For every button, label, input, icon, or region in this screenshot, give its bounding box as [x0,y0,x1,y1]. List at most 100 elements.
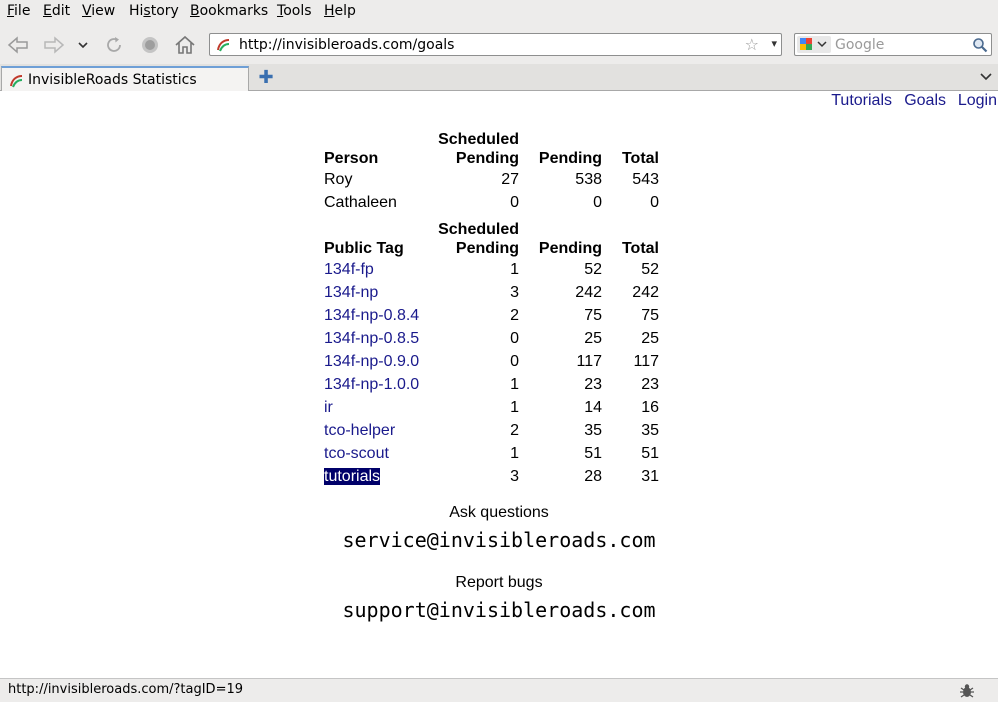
scheduled-pending-cell: 3 [510,284,519,301]
tag-link[interactable]: 134f-np [324,284,378,301]
service-email-link[interactable]: service@invisibleroads.com [342,528,655,552]
navigation-toolbar: http://invisibleroads.com/goals ☆ ▾ Goog… [0,26,998,64]
total-cell: 117 [633,353,659,370]
tab-list-chevron-icon[interactable] [980,70,992,84]
support-email-link[interactable]: support@invisibleroads.com [342,598,655,622]
tag-name-cell: ir [324,398,333,417]
tag-name-cell: tco-scout [324,444,389,463]
tag-row: 134f-fp 1 52 52 [324,258,664,281]
ask-questions-label: Ask questions [449,504,549,521]
total-cell: 242 [632,284,659,301]
menu-help[interactable]: Help [324,3,356,19]
scheduled-pending-cell: 27 [501,171,519,188]
forward-button[interactable] [41,33,67,57]
column-header-pending: Pending [538,150,602,167]
tag-link[interactable]: tutorials [324,468,381,485]
pending-cell: 75 [584,307,602,324]
tag-row: tco-helper 2 35 35 [324,419,664,442]
search-engine-selector[interactable] [797,36,831,53]
pending-cell: 35 [584,422,602,439]
tag-name-cell: 134f-np-0.8.4 [324,306,419,325]
tag-link[interactable]: 134f-np-0.9.0 [324,353,419,370]
column-header-person: Person [324,150,379,167]
search-bar[interactable]: Google [794,33,992,56]
reload-icon [107,37,121,52]
tag-row: 134f-np-0.8.4 2 75 75 [324,304,664,327]
column-header-scheduled-pending: Scheduled Pending [438,221,519,257]
total-cell: 31 [641,468,659,485]
person-row: Roy 27 538 543 [324,168,664,191]
total-cell: 25 [641,330,659,347]
tag-name-cell: 134f-np-0.9.0 [324,352,419,371]
menu-history[interactable]: History [129,3,179,19]
column-header-pending: Pending [538,240,602,257]
statistics-table: Person Scheduled Pending Pending Total Ro… [324,124,664,488]
tag-name-cell: 134f-np [324,283,378,302]
scheduled-pending-cell: 1 [510,399,519,416]
pending-cell: 0 [593,194,602,211]
scheduled-pending-cell: 3 [510,468,519,485]
tag-link[interactable]: ir [324,399,333,416]
tag-link[interactable]: 134f-np-1.0.0 [324,376,419,393]
menu-edit[interactable]: Edit [43,3,70,19]
tag-link[interactable]: 134f-np-0.8.4 [324,307,419,324]
bug-icon[interactable] [958,682,976,700]
back-button[interactable] [5,33,31,57]
reload-button[interactable] [101,33,127,57]
bookmark-star-icon[interactable]: ☆ [745,35,759,54]
url-dropdown-icon[interactable]: ▾ [771,37,777,50]
tag-row: 134f-np-1.0.0 1 23 23 [324,373,664,396]
menu-bookmarks[interactable]: Bookmarks [190,3,268,19]
search-input[interactable]: Google [835,37,884,53]
tag-link[interactable]: 134f-fp [324,261,374,278]
tag-row: 134f-np-0.8.5 0 25 25 [324,327,664,350]
tab-invisibleroads-statistics[interactable]: InvisibleRoads Statistics [1,66,249,91]
pending-cell: 117 [576,353,602,370]
scheduled-pending-cell: 1 [510,376,519,393]
status-text: http://invisibleroads.com/?tagID=19 [8,682,244,697]
history-dropdown-button[interactable] [73,33,93,57]
stop-icon [142,37,158,53]
total-cell: 51 [641,445,659,462]
total-cell: 0 [650,194,659,211]
person-name-cell: Roy [324,171,353,188]
home-button[interactable] [172,33,198,57]
pending-cell: 14 [584,399,602,416]
page-content: Tutorials Goals Login Person Scheduled Pe… [0,91,998,678]
tag-link[interactable]: 134f-np-0.8.5 [324,330,419,347]
tag-header-row: Public Tag Scheduled Pending Pending Tota… [324,214,664,258]
report-bugs-label: Report bugs [455,574,543,591]
google-logo-icon [800,38,827,50]
person-name-cell: Cathaleen [324,194,397,211]
tag-row: tutorials 3 28 31 [324,465,664,488]
person-header-row: Person Scheduled Pending Pending Total [324,124,664,168]
column-header-total: Total [621,240,659,257]
person-row: Cathaleen 0 0 0 [324,191,664,214]
scheduled-pending-cell: 0 [510,353,519,370]
pending-cell: 52 [584,261,602,278]
menu-view[interactable]: View [82,3,115,19]
tag-link[interactable]: tco-helper [324,422,395,439]
pending-cell: 25 [584,330,602,347]
tag-row: ir 1 14 16 [324,396,664,419]
tag-name-cell: 134f-np-1.0.0 [324,375,419,394]
url-bar[interactable]: http://invisibleroads.com/goals ☆ ▾ [209,33,782,56]
pending-cell: 23 [584,376,602,393]
magnifier-icon[interactable] [972,37,988,53]
menu-file[interactable]: File [7,3,30,19]
scheduled-pending-cell: 1 [510,445,519,462]
stop-button[interactable] [137,33,163,57]
url-text[interactable]: http://invisibleroads.com/goals [239,37,454,53]
new-tab-plus-icon[interactable]: ✚ [256,68,276,88]
nav-link-tutorials[interactable]: Tutorials [831,92,892,110]
site-favicon-icon [10,75,23,88]
forward-arrow-icon [44,36,65,54]
support-email: support@invisibleroads.com [0,598,998,622]
tag-row: tco-scout 1 51 51 [324,442,664,465]
nav-link-goals[interactable]: Goals [904,92,946,110]
menu-tools[interactable]: Tools [277,3,312,19]
tag-link[interactable]: tco-scout [324,445,389,462]
back-arrow-icon [7,36,28,54]
nav-link-login[interactable]: Login [958,92,997,110]
site-favicon-icon [217,39,230,52]
